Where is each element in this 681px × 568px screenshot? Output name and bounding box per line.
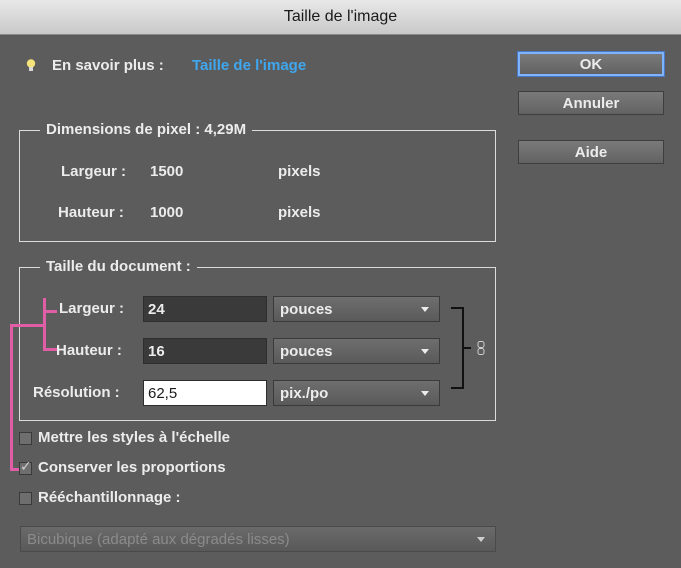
doc-width-unit-value: pouces: [280, 300, 333, 318]
link-bracket-stub: [463, 347, 471, 349]
window-titlebar: Taille de l'image: [0, 0, 681, 35]
ok-button[interactable]: OK: [518, 52, 664, 76]
pixel-width-unit: pixels: [278, 163, 321, 180]
chevron-down-icon: [421, 307, 429, 312]
doc-width-label: Largeur :: [59, 300, 125, 317]
constrain-proportions-label[interactable]: Conserver les proportions: [38, 459, 226, 476]
resample-label[interactable]: Rééchantillonnage :: [38, 489, 181, 506]
lightbulb-icon: [26, 59, 36, 71]
ok-button-label: OK: [579, 55, 603, 73]
checkmark-icon: ✓: [20, 458, 32, 474]
help-button-label: Aide: [574, 143, 608, 161]
window-title: Taille de l'image: [283, 8, 398, 25]
scale-styles-label[interactable]: Mettre les styles à l'échelle: [38, 429, 230, 446]
chevron-down-icon: [421, 349, 429, 354]
pixel-width-value: 1500: [150, 163, 184, 180]
constrain-proportions-checkbox[interactable]: ✓: [19, 458, 32, 475]
pixel-height-unit: pixels: [278, 204, 321, 221]
pixel-dimensions-size: 4,29M: [204, 121, 247, 138]
link-bracket-bottom: [451, 387, 463, 389]
doc-width-unit-select[interactable]: pouces: [273, 296, 440, 322]
annotation-bracket-top: [43, 310, 57, 313]
chain-link-icon: [477, 341, 485, 355]
cancel-button[interactable]: Annuler: [518, 91, 664, 115]
doc-width-input[interactable]: 24: [143, 296, 267, 322]
resolution-input[interactable]: 62,5: [143, 380, 267, 406]
resample-method-value: Bicubique (adapté aux dégradés lisses): [27, 530, 290, 548]
cancel-button-label: Annuler: [562, 94, 620, 112]
help-button[interactable]: Aide: [518, 140, 664, 164]
pixel-height-label: Hauteur :: [58, 204, 124, 221]
learn-more-label: En savoir plus :: [52, 57, 164, 74]
pixel-width-label: Largeur :: [61, 163, 127, 180]
learn-more-link[interactable]: Taille de l'image: [192, 57, 306, 74]
pixel-dimensions-title: Dimensions de pixel : 4,29M: [40, 121, 253, 138]
resample-checkbox[interactable]: [19, 492, 32, 505]
doc-height-label: Hauteur :: [56, 342, 122, 359]
annotation-bracket-bottom: [43, 348, 57, 351]
doc-height-input[interactable]: 16: [143, 338, 267, 364]
annotation-line: [10, 324, 13, 471]
doc-height-unit-select[interactable]: pouces: [273, 338, 440, 364]
scale-styles-checkbox[interactable]: [19, 432, 32, 445]
annotation-connector: [10, 324, 45, 327]
resolution-unit-select[interactable]: pix./po: [273, 380, 440, 406]
document-size-title: Taille du document :: [40, 258, 197, 275]
resample-method-select: Bicubique (adapté aux dégradés lisses): [20, 526, 496, 552]
chevron-down-icon: [421, 391, 429, 396]
resolution-label: Résolution :: [33, 384, 120, 401]
resolution-unit-value: pix./po: [280, 384, 329, 402]
chevron-down-icon: [477, 537, 485, 542]
pixel-height-value: 1000: [150, 204, 184, 221]
doc-height-unit-value: pouces: [280, 342, 333, 360]
pixel-dimensions-title-text: Dimensions de pixel :: [46, 121, 201, 138]
image-size-dialog: En savoir plus : Taille de l'image OK An…: [0, 35, 681, 568]
pixel-dimensions-group: [19, 130, 496, 242]
